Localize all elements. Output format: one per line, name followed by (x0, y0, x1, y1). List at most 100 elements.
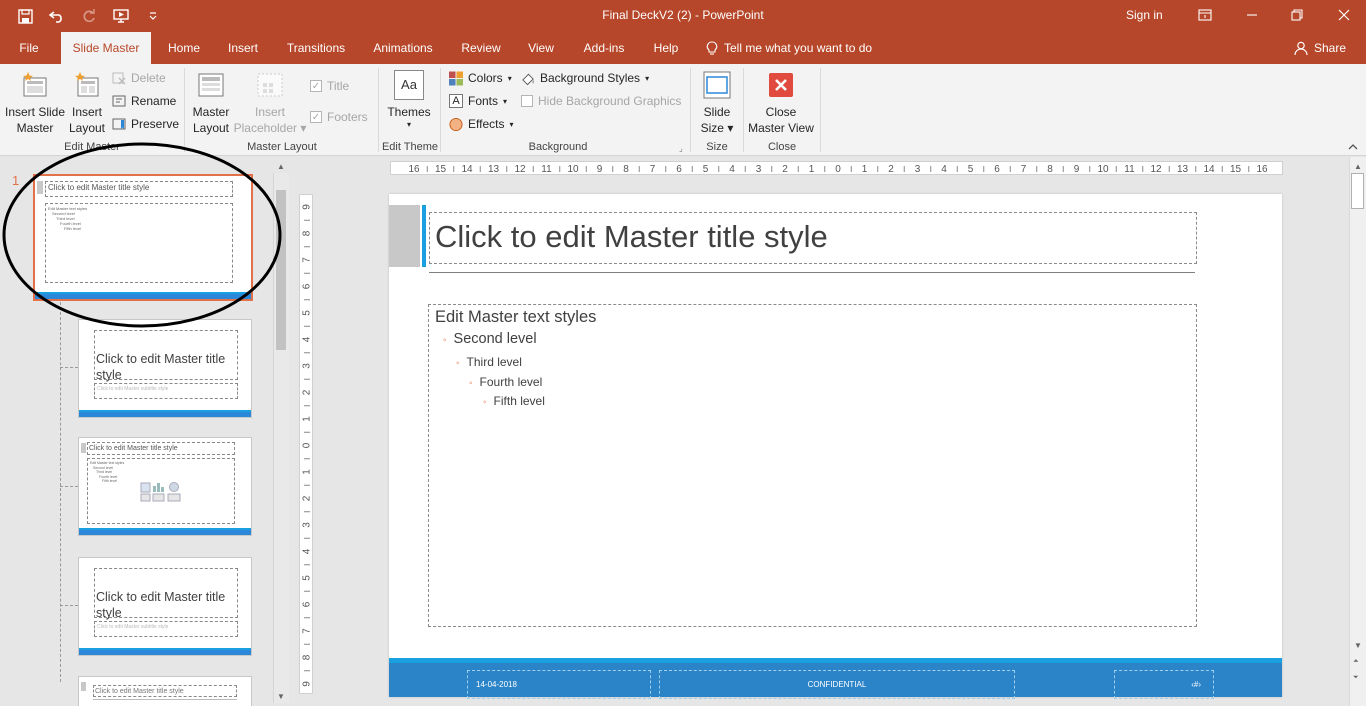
ruler-tick-label: 14 (461, 164, 473, 175)
title-checkbox[interactable]: ✓ Title (310, 76, 349, 96)
present-from-start-button[interactable] (110, 6, 132, 26)
insert-placeholder-label-1: Insert (254, 105, 285, 119)
slide-scrollbar-thumb[interactable] (1351, 173, 1364, 209)
master-layout-icon (198, 73, 224, 97)
thumbnail-title-text: Click to edit Master title style (96, 352, 226, 382)
restore-icon (1291, 9, 1303, 21)
sign-in-link[interactable]: Sign in (1126, 8, 1163, 22)
redo-icon (83, 9, 95, 23)
thumbnail-title-text: Click to edit Master title style (89, 445, 178, 452)
body-placeholder[interactable]: Edit Master text styles ◦ Second level ◦ T… (428, 304, 1197, 627)
title-placeholder[interactable]: Click to edit Master title style (429, 212, 1197, 264)
effects-icon (449, 117, 463, 131)
tab-animations[interactable]: Animations (366, 32, 440, 64)
footers-checkbox[interactable]: ✓ Footers (310, 107, 368, 127)
tab-review[interactable]: Review (456, 32, 506, 64)
thumbnail-layout-section-header[interactable]: Click to edit Master title style Click t… (78, 557, 252, 656)
tab-insert[interactable]: Insert (222, 32, 264, 64)
ruler-tick-label: 4 (941, 164, 947, 175)
share-button[interactable]: Share (1294, 32, 1346, 64)
thumbnail-layout-title[interactable]: Click to edit Master title style Click t… (78, 319, 252, 418)
slide-master-canvas[interactable]: Click to edit Master title style Edit Ma… (389, 194, 1282, 699)
minimize-button[interactable] (1240, 4, 1264, 26)
hide-background-graphics-checkbox[interactable]: Hide Background Graphics (521, 91, 681, 111)
insert-placeholder-button[interactable]: Insert Placeholder ▾ (232, 70, 308, 136)
group-label-close: Close (767, 141, 797, 153)
horizontal-ruler[interactable]: 16 15 14 13 12 11 10 9 8 7 6 5 4 3 2 1 0 1 2 3 4 5 6 7 8 9 10 11 12 1… (390, 161, 1283, 175)
thumbnail-scrollbar-thumb[interactable] (276, 190, 286, 350)
thumbnail-layout-content[interactable]: Click to edit Master title style Edit Ma… (78, 437, 252, 536)
delete-button[interactable]: Delete (112, 68, 166, 88)
scroll-down-icon[interactable]: ▼ (277, 692, 285, 701)
chevron-down-icon: ▾ (509, 119, 514, 129)
scroll-up-icon[interactable]: ▲ (277, 162, 285, 171)
slide-number-placeholder[interactable]: ‹#› (1114, 670, 1214, 699)
fonts-button[interactable]: A Fonts ▾ (449, 91, 507, 111)
master-layout-label-1: Master (192, 105, 230, 119)
tab-file[interactable]: File (10, 32, 48, 64)
tab-view[interactable]: View (522, 32, 560, 64)
collapse-ribbon-icon[interactable] (1348, 142, 1358, 153)
bullet-icon: ◦ (443, 335, 447, 346)
layout-connector (60, 367, 78, 368)
text-level-1: Edit Master text styles (435, 308, 597, 326)
rename-button[interactable]: Rename (112, 91, 176, 111)
thumbnail-level-1: Edit Master text styles (90, 461, 125, 465)
save-icon (17, 8, 33, 24)
insert-slide-master-button[interactable]: Insert Slide Master (4, 70, 66, 136)
ruler-tick-label: 11 (541, 164, 552, 175)
title-accent-gray (389, 205, 420, 267)
scroll-down-icon[interactable]: ▼ (1354, 641, 1362, 650)
master-layout-button[interactable]: Master Layout (190, 70, 232, 136)
ruler-tick-label: 5 (968, 164, 974, 175)
ruler-tick-label: 3 (756, 164, 762, 175)
effects-button[interactable]: Effects ▾ (449, 114, 513, 134)
insert-layout-label-2: Layout (68, 121, 106, 135)
insert-layout-button[interactable]: Insert Layout (66, 70, 108, 136)
slide-size-button[interactable]: Slide Size ▾ (697, 70, 737, 136)
previous-slide-icon[interactable]: ⏶ (1353, 658, 1359, 666)
tab-add-ins[interactable]: Add-ins (576, 32, 632, 64)
thumbnail-slide-master[interactable]: Click to edit Master title style Edit Ma… (33, 174, 253, 301)
vertical-ruler[interactable]: 9 8 7 6 5 4 3 2 1 0 1 2 3 4 5 6 7 8 9 (299, 194, 313, 694)
thumbnail-footer (79, 648, 251, 655)
redo-button[interactable] (78, 6, 100, 26)
close-master-view-button[interactable]: Close Master View (745, 70, 817, 136)
powerpoint-window: Final DeckV2 (2) - PowerPoint Sign in Fi… (0, 0, 1366, 706)
scroll-up-icon[interactable]: ▲ (1354, 162, 1362, 171)
restore-button[interactable] (1285, 4, 1309, 26)
ruler-tick-label: 5 (703, 164, 709, 175)
insert-layout-icon (75, 72, 99, 97)
thumbnail-layout-two-content[interactable]: Click to edit Master title style (78, 676, 252, 706)
slide-scrollbar[interactable] (1349, 157, 1366, 706)
ruler-tick-label: 8 (1047, 164, 1053, 175)
tab-slide-master[interactable]: Slide Master (61, 32, 151, 64)
preserve-button[interactable]: Preserve (112, 114, 179, 134)
tab-help[interactable]: Help (646, 32, 686, 64)
layout-connector (60, 486, 78, 487)
themes-button[interactable]: Aa Themes ▾ (384, 70, 434, 130)
ribbon-display-options-button[interactable] (1193, 4, 1217, 26)
title-accent-blue (422, 205, 426, 267)
close-window-button[interactable] (1332, 4, 1356, 26)
save-button[interactable] (14, 6, 36, 26)
tell-me-box[interactable]: Tell me what you want to do (706, 32, 872, 64)
tab-transitions[interactable]: Transitions (280, 32, 352, 64)
rename-label: Rename (131, 94, 177, 108)
tell-me-text: Tell me what you want to do (724, 41, 873, 55)
text-level-5: ◦ Fifth level (483, 394, 545, 408)
themes-label: Themes (387, 105, 431, 119)
date-placeholder[interactable]: 14-04-2018 (467, 670, 651, 699)
next-slide-icon[interactable]: ⏷ (1353, 674, 1359, 682)
tab-home[interactable]: Home (160, 32, 208, 64)
content-placeholder-icon (140, 482, 181, 502)
dialog-launcher-icon[interactable]: ⌟ (679, 144, 683, 153)
checkmark-icon: ✓ (310, 111, 322, 123)
colors-button[interactable]: Colors ▾ (449, 68, 512, 88)
footer-placeholder[interactable]: CONFIDENTIAL (659, 670, 1015, 699)
hide-background-graphics-label: Hide Background Graphics (538, 94, 682, 108)
background-styles-button[interactable]: Background Styles ▾ (521, 68, 649, 88)
undo-button[interactable] (46, 6, 68, 26)
customize-qat-button[interactable] (142, 6, 164, 26)
thumbnail-accent (81, 443, 86, 453)
